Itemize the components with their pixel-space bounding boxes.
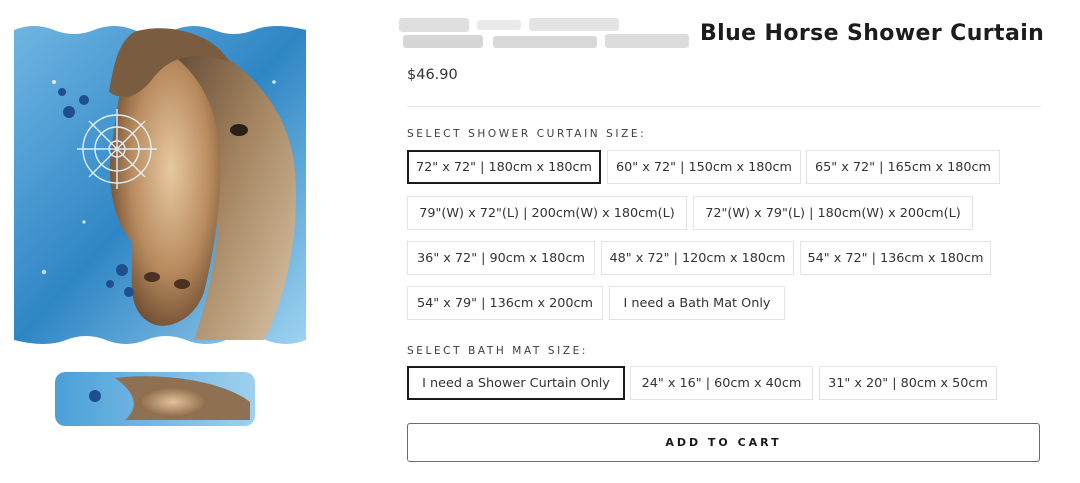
redacted-title-prefix	[399, 18, 695, 52]
curtain-size-option[interactable]: 60" x 72" | 150cm x 180cm	[607, 150, 801, 184]
title-row: Blue Horse Shower Curtain	[399, 14, 1047, 54]
curtain-size-option[interactable]: 48" x 72" | 120cm x 180cm	[601, 241, 794, 275]
curtain-size-option[interactable]: 72" x 72" | 180cm x 180cm	[407, 150, 601, 184]
bath-mat-size-option[interactable]: 31" x 20" | 80cm x 50cm	[819, 366, 997, 400]
shower-curtain-only-option[interactable]: I need a Shower Curtain Only	[407, 366, 625, 400]
bath-mat-image[interactable]	[55, 372, 255, 426]
curtain-size-option[interactable]: 36" x 72" | 90cm x 180cm	[407, 241, 595, 275]
bath-mat-only-option[interactable]: I need a Bath Mat Only	[609, 286, 785, 320]
bath-mat-size-option[interactable]: 24" x 16" | 60cm x 40cm	[630, 366, 813, 400]
curtain-size-label: SELECT SHOWER CURTAIN SIZE:	[407, 128, 647, 140]
product-info: Blue Horse Shower Curtain $46.90 SELECT …	[399, 0, 1047, 483]
product-title: Blue Horse Shower Curtain	[700, 21, 1045, 46]
bath-mat-size-label: SELECT BATH MAT SIZE:	[407, 345, 588, 357]
curtain-size-option[interactable]: 65" x 72" | 165cm x 180cm	[806, 150, 1000, 184]
curtain-size-option[interactable]: 79"(W) x 72"(L) | 200cm(W) x 180cm(L)	[407, 196, 687, 230]
curtain-size-option[interactable]: 54" x 72" | 136cm x 180cm	[800, 241, 991, 275]
curtain-size-option[interactable]: 54" x 79" | 136cm x 200cm	[407, 286, 603, 320]
curtain-size-option[interactable]: 72"(W) x 79"(L) | 180cm(W) x 200cm(L)	[693, 196, 973, 230]
shower-curtain-image[interactable]	[14, 22, 306, 348]
product-price: $46.90	[407, 67, 458, 83]
add-to-cart-button[interactable]: ADD TO CART	[407, 423, 1040, 462]
divider	[407, 106, 1041, 107]
product-image-gallery	[0, 0, 330, 483]
